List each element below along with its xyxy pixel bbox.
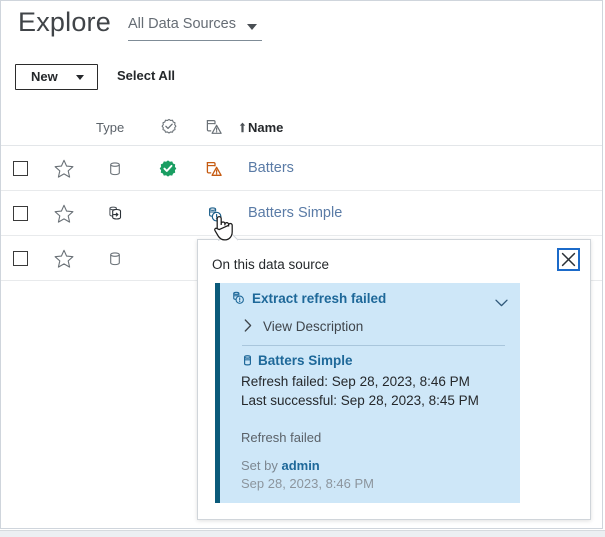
- certified-badge-icon: [158, 159, 178, 179]
- column-header-data-quality-icon[interactable]: [204, 117, 224, 142]
- page-bottom-strip: [0, 530, 605, 537]
- toolbar: New Select All: [1, 63, 603, 97]
- popup-data-source-link[interactable]: Batters Simple: [258, 353, 353, 368]
- new-button-label: New: [31, 69, 58, 84]
- star-outline-icon[interactable]: [53, 203, 75, 225]
- extract-refresh-failed-icon: [229, 289, 246, 306]
- table-row[interactable]: Batters Simple: [1, 191, 603, 236]
- chevron-right-icon[interactable]: [244, 319, 252, 332]
- column-header-type[interactable]: Type: [96, 120, 124, 135]
- chevron-down-icon: [247, 24, 257, 30]
- status-text: Refresh failed: [241, 430, 321, 445]
- extract-refresh-failed-icon[interactable]: [204, 204, 224, 224]
- popup-pointer: [218, 230, 238, 241]
- column-header-certification-icon[interactable]: [159, 117, 179, 142]
- page-title: Explore: [18, 7, 111, 38]
- chevron-down-icon: [76, 75, 84, 80]
- database-icon: [104, 158, 126, 180]
- row-checkbox[interactable]: [13, 206, 28, 221]
- set-by-user[interactable]: admin: [281, 458, 319, 473]
- data-quality-popup: On this data source Extract refresh fail…: [197, 239, 591, 520]
- data-source-filter-select[interactable]: All Data Sources: [128, 14, 262, 41]
- row-name-link[interactable]: Batters Simple: [248, 205, 342, 221]
- select-all-button[interactable]: Select All: [117, 68, 175, 83]
- page-header: Explore All Data Sources: [1, 1, 603, 57]
- popup-title: On this data source: [212, 257, 329, 272]
- star-outline-icon[interactable]: [53, 248, 75, 270]
- extract-refresh-failed-panel: Extract refresh failed View Description: [215, 283, 520, 503]
- set-by-line: Set by admin: [241, 458, 320, 473]
- close-x-icon[interactable]: [557, 248, 580, 271]
- row-name-link[interactable]: Batters: [248, 160, 294, 176]
- data-quality-warning-icon[interactable]: [204, 159, 224, 179]
- row-checkbox[interactable]: [13, 251, 28, 266]
- view-description-toggle[interactable]: View Description: [263, 319, 363, 334]
- row-checkbox[interactable]: [13, 161, 28, 176]
- refresh-failed-timestamp: Refresh failed: Sep 28, 2023, 8:46 PM: [241, 374, 470, 389]
- sort-ascending-arrow-icon: [239, 120, 246, 131]
- table-row[interactable]: Batters: [1, 146, 603, 191]
- table-header: Type Name: [1, 111, 603, 146]
- explore-page: Explore All Data Sources New Select All …: [0, 0, 603, 529]
- panel-header-label[interactable]: Extract refresh failed: [252, 291, 386, 306]
- panel-divider: [242, 345, 505, 346]
- new-button[interactable]: New: [15, 64, 98, 90]
- column-header-name[interactable]: Name: [248, 120, 283, 135]
- chevron-down-icon[interactable]: [495, 294, 508, 302]
- data-source-filter-label: All Data Sources: [128, 16, 236, 32]
- star-outline-icon[interactable]: [53, 158, 75, 180]
- published-data-source-icon: [104, 203, 126, 225]
- set-at-timestamp: Sep 28, 2023, 8:46 PM: [241, 476, 374, 491]
- database-icon: [240, 353, 255, 368]
- database-icon: [104, 248, 126, 270]
- last-successful-timestamp: Last successful: Sep 28, 2023, 8:45 PM: [241, 393, 479, 408]
- set-by-prefix: Set by: [241, 458, 281, 473]
